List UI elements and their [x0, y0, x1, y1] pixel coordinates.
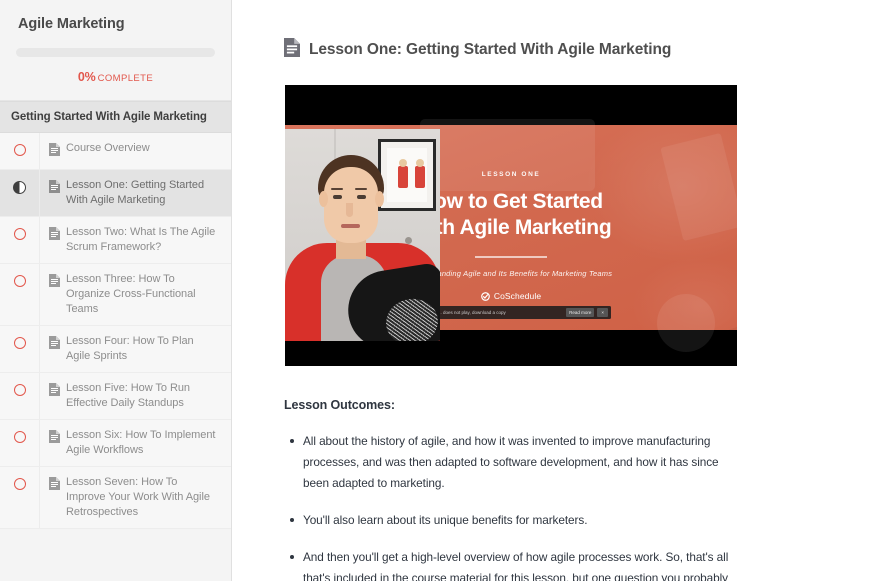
- list-item[interactable]: Lesson Three: How To Organize Cross-Func…: [0, 264, 231, 326]
- lesson-body: Course Overview: [40, 133, 231, 169]
- presenter-eye-right: [357, 195, 366, 199]
- lesson-status-cell[interactable]: [0, 467, 40, 528]
- list-item[interactable]: Lesson Two: What Is The Agile Scrum Fram…: [0, 217, 231, 264]
- lesson-label: Lesson Three: How To Organize Cross-Func…: [66, 273, 196, 315]
- document-icon: [49, 336, 60, 354]
- picture-figure-head: [399, 159, 407, 167]
- document-icon: [49, 180, 60, 198]
- circle-in-progress-icon: [13, 181, 26, 194]
- course-progress-label: 0% COMPLETE: [16, 68, 215, 86]
- lesson-status-cell[interactable]: [0, 326, 40, 372]
- lesson-label: Lesson One: Getting Started With Agile M…: [66, 179, 205, 206]
- course-title: Agile Marketing: [18, 16, 125, 32]
- document-icon: [49, 274, 60, 292]
- slide-title: How to Get Started With Agile Marketing: [411, 189, 612, 241]
- presenter-brow-left: [331, 188, 343, 190]
- presenter-ear-right: [375, 191, 384, 207]
- lesson-status-cell[interactable]: [0, 420, 40, 466]
- circle-incomplete-icon: [13, 275, 26, 287]
- presenter-ear-left: [319, 191, 328, 207]
- lesson-body: Lesson Five: How To Run Effective Daily …: [40, 373, 231, 419]
- presenter-mouth: [341, 224, 360, 228]
- lesson-body: Lesson Seven: How To Improve Your Work W…: [40, 467, 231, 528]
- presenter-eye-left: [333, 195, 342, 199]
- sidebar-section-header: Getting Started With Agile Marketing: [0, 101, 231, 133]
- progress-complete-text: COMPLETE: [97, 73, 154, 84]
- picture-frame-inner: [387, 148, 427, 202]
- document-icon: [49, 383, 60, 401]
- course-header: Agile Marketing 0% COMPLETE: [0, 0, 231, 101]
- circle-incomplete-icon: [13, 384, 26, 396]
- list-item: You'll also learn about its unique benef…: [290, 510, 744, 531]
- lesson-status-cell[interactable]: [0, 264, 40, 325]
- page-title: Lesson One: Getting Started With Agile M…: [232, 0, 891, 62]
- document-icon: [49, 227, 60, 245]
- list-item: All about the history of agile, and how …: [290, 431, 744, 494]
- lesson-video-player[interactable]: LESSON ONE How to Get Started With Agile…: [285, 85, 737, 366]
- list-item[interactable]: Course Overview: [0, 133, 231, 170]
- lesson-body: Lesson Two: What Is The Agile Scrum Fram…: [40, 217, 231, 263]
- webcam-overlay: [285, 129, 440, 355]
- circle-incomplete-icon: [13, 478, 26, 490]
- lesson-outcomes-list: All about the history of agile, and how …: [284, 431, 744, 581]
- lesson-body: Lesson One: Getting Started With Agile M…: [40, 170, 231, 216]
- document-icon: [49, 477, 60, 495]
- picture-figure-head: [416, 159, 424, 167]
- list-item[interactable]: Lesson Five: How To Run Effective Daily …: [0, 373, 231, 420]
- circle-incomplete-icon: [13, 144, 26, 156]
- lesson-label: Course Overview: [66, 142, 150, 154]
- list-item[interactable]: Lesson Four: How To Plan Agile Sprints: [0, 326, 231, 373]
- webcam-letterbox: [285, 341, 440, 355]
- list-item: And then you'll get a high-level overvie…: [290, 547, 744, 581]
- list-item[interactable]: Lesson Six: How To Implement Agile Workf…: [0, 420, 231, 467]
- lesson-list: Course Overview Lesson One: Getting Star…: [0, 133, 231, 529]
- document-icon: [49, 430, 60, 448]
- document-icon: [284, 38, 300, 62]
- circle-incomplete-icon: [13, 431, 26, 443]
- slide-title-line-1: How to Get Started: [419, 190, 603, 214]
- circle-incomplete-icon: [13, 228, 26, 240]
- page-title-text: Lesson One: Getting Started With Agile M…: [309, 41, 672, 58]
- lesson-content: Lesson One: Getting Started With Agile M…: [232, 0, 891, 581]
- document-icon: [49, 143, 60, 161]
- course-sidebar: Agile Marketing 0% COMPLETE Getting Start…: [0, 0, 232, 581]
- lesson-label: Lesson Four: How To Plan Agile Sprints: [66, 335, 194, 362]
- presenter-brow-right: [355, 188, 367, 190]
- lesson-label: Lesson Seven: How To Improve Your Work W…: [66, 476, 210, 518]
- slide-subtitle: Understanding Agile and Its Benefits for…: [409, 268, 613, 278]
- presenter-nose: [346, 203, 353, 217]
- course-progress-bar: [16, 48, 215, 57]
- picture-figure: [398, 159, 408, 188]
- lesson-status-cell[interactable]: [0, 217, 40, 263]
- coschedule-wordmark: CoSchedule: [493, 291, 542, 301]
- coschedule-mark-icon: [480, 291, 490, 301]
- lesson-body: Lesson Four: How To Plan Agile Sprints: [40, 326, 231, 372]
- slide-divider: [475, 256, 547, 258]
- progress-percent: 0%: [77, 70, 96, 84]
- video-notification-action-button[interactable]: Read more: [566, 308, 595, 317]
- slide-eyebrow: LESSON ONE: [481, 171, 541, 179]
- lesson-status-cell[interactable]: [0, 373, 40, 419]
- course-player-page: Agile Marketing 0% COMPLETE Getting Start…: [0, 0, 891, 581]
- circle-incomplete-icon: [13, 337, 26, 349]
- lesson-body: Lesson Six: How To Implement Agile Workf…: [40, 420, 231, 466]
- lesson-outcomes-section: Lesson Outcomes: All about the history o…: [284, 398, 744, 581]
- picture-figure: [415, 159, 425, 188]
- video-notification-bar[interactable]: If the video... does not play, download …: [413, 306, 611, 319]
- lesson-label: Lesson Five: How To Run Effective Daily …: [66, 382, 190, 409]
- wall-picture-frame: [378, 139, 436, 211]
- lesson-outcomes-title: Lesson Outcomes:: [284, 398, 395, 412]
- lesson-label: Lesson Six: How To Implement Agile Workf…: [66, 429, 216, 456]
- slide-title-line-2: With Agile Marketing: [410, 216, 612, 240]
- lesson-status-cell[interactable]: [0, 170, 40, 216]
- lesson-status-cell[interactable]: [0, 133, 40, 169]
- lesson-body: Lesson Three: How To Organize Cross-Func…: [40, 264, 231, 325]
- list-item[interactable]: Lesson Seven: How To Improve Your Work W…: [0, 467, 231, 529]
- close-icon[interactable]: ×: [597, 308, 608, 317]
- lesson-label: Lesson Two: What Is The Agile Scrum Fram…: [66, 226, 216, 253]
- list-item[interactable]: Lesson One: Getting Started With Agile M…: [0, 170, 231, 217]
